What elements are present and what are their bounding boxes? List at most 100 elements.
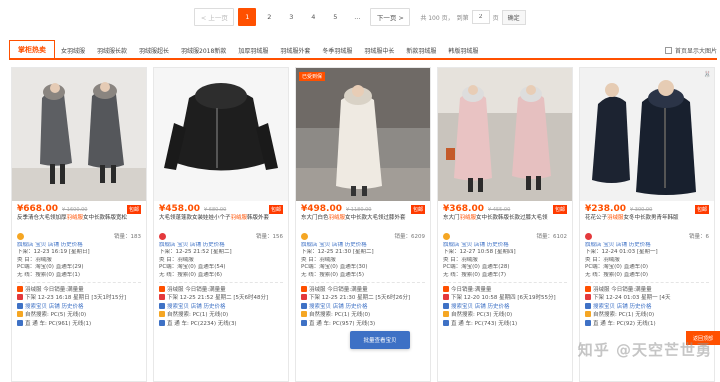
page-3-button[interactable]: 3 [282, 8, 301, 26]
express-icon [301, 319, 307, 326]
product-stats: 羽绒服 今日销量:满量量 下架 12-25 21:30 星期二 [5天6时26分… [296, 285, 430, 329]
sales-count: 销量：6 [689, 234, 709, 240]
product-title[interactable]: 反季清仓大毛领加厚羽绒服女中长款韩版宽松 [12, 213, 146, 231]
shop-links[interactable]: 旗舰店 宝贝 店铺 历史价格 [159, 242, 283, 249]
category-icon [159, 286, 165, 293]
product-image[interactable]: 已受到保 [296, 68, 430, 201]
product-title[interactable]: 东大门白色羽绒服女中长款大毛领过膝外套 [296, 213, 430, 231]
clock-icon [159, 294, 165, 301]
product-card[interactable]: ¥668.00 ¥ 1600.00 包邮 反季清仓大毛领加厚羽绒服女中长款韩版宽… [11, 67, 147, 382]
tab-down-2018[interactable]: 羽绒服2018新款 [175, 42, 232, 58]
free-shipping-badge: 包邮 [694, 205, 709, 214]
page-2-button[interactable]: 2 [260, 8, 279, 26]
category-tabs: 掌柜热卖 女羽绒服 羽绒服长款 羽绒服超长 羽绒服2018新款 加厚羽绒服 羽绒… [9, 40, 717, 60]
clock-icon [17, 294, 23, 301]
shop-links[interactable]: 旗舰店 宝贝 店铺 历史价格 [17, 242, 141, 249]
product-image[interactable] [154, 68, 288, 201]
product-meta: 旗舰店 宝贝 店铺 历史价格 下架：12-23 16:19 [星期日] 类 目：… [12, 241, 146, 280]
product-meta: 旗舰店 宝贝 店铺 历史价格 下架：12-25 21:30 [星期二] 类 目：… [296, 241, 430, 280]
next-page-button[interactable]: 下一页 > [370, 8, 411, 26]
product-card[interactable]: ¥458.00 ¥ 680.00 包邮 大毛领蓬蓬款女装娃娃小个子羽绒服韩版外套… [153, 67, 289, 382]
pagination: < 上一页 1 2 3 4 5 ... 下一页 > 共 100 页， 到第 页 … [0, 0, 720, 34]
page-4-button[interactable]: 4 [304, 8, 323, 26]
product-stats: 羽绒服 今日销量:满量量 下架 12-24 01:03 星期一 [4天 搜索宝贝… [580, 285, 714, 329]
product-photo-black-jacket [154, 68, 288, 201]
protected-tag: 已受到保 [299, 72, 326, 81]
search-icon [301, 302, 307, 309]
price: ¥238.00 [585, 204, 626, 214]
tab-down-long[interactable]: 羽绒服长款 [91, 42, 133, 58]
product-photo-gray-coat [12, 68, 146, 201]
search-icon [585, 302, 591, 309]
page-number-input[interactable] [471, 10, 490, 24]
original-price: ¥ 455.00 [488, 207, 511, 213]
shop-links[interactable]: 旗舰店 宝贝 店铺 历史价格 [443, 242, 567, 249]
batch-view-button[interactable]: 批量查看宝贝 [350, 331, 410, 349]
express-icon [17, 319, 23, 326]
tab-down-mid[interactable]: 羽绒服中长 [358, 42, 400, 58]
show-big-image-checkbox[interactable] [664, 46, 672, 54]
express-icon [443, 319, 449, 326]
product-title[interactable]: 东大门羽绒服女中长款韩版长款过膝大毛领 [438, 213, 572, 231]
tab-women-down[interactable]: 女羽绒服 [55, 42, 91, 58]
shop-links[interactable]: 旗舰店 宝贝 店铺 历史价格 [585, 242, 709, 249]
brand-logo: 🐰 [703, 71, 711, 78]
page-5-button[interactable]: 5 [326, 8, 345, 26]
product-photo-navy-coat [580, 68, 714, 201]
tab-new-down[interactable]: 新款羽绒服 [400, 42, 442, 58]
product-photo-white-coat [296, 68, 430, 201]
original-price: ¥ 1180.00 [346, 207, 372, 213]
product-stats: 羽绒服 今日销量:满量量 下架 12-25 21:52 星期二 [5天6时48分… [154, 285, 288, 329]
shop-icon [443, 232, 450, 240]
category-icon [443, 286, 449, 293]
product-stats: 羽绒服 今日销量:满量量 下架 12-23 16:18 星期日 [3天1时15分… [12, 285, 146, 329]
show-big-image-label: 首页显示大图片 [674, 47, 717, 55]
show-big-image-toggle[interactable]: 首页显示大图片 [664, 42, 717, 58]
search-icon [159, 302, 165, 309]
price: ¥368.00 [443, 204, 484, 214]
tab-winter-down[interactable]: 冬季羽绒服 [316, 42, 358, 58]
search-icon [17, 302, 23, 309]
shop-links[interactable]: 旗舰店 宝贝 店铺 历史价格 [301, 242, 425, 249]
prev-page-button[interactable]: < 上一页 [194, 8, 235, 26]
sales-count: 销量：6209 [394, 234, 426, 240]
product-card[interactable]: ¥368.00 ¥ 455.00 包邮 东大门羽绒服女中长款韩版长款过膝大毛领 … [437, 67, 573, 382]
natural-search-icon [301, 311, 307, 318]
category-icon [585, 286, 591, 293]
product-meta: 旗舰店 宝贝 店铺 历史价格 下架：12-27 10:58 [星期四] 类 目：… [438, 241, 572, 280]
sales-count: 销量：6102 [536, 234, 568, 240]
product-image[interactable] [12, 68, 146, 201]
shop-icon [585, 232, 592, 240]
original-price: ¥ 680.00 [204, 207, 227, 213]
product-title[interactable]: 大毛领蓬蓬款女装娃娃小个子羽绒服韩版外套 [154, 213, 288, 231]
clock-icon [301, 294, 307, 301]
confirm-page-button[interactable]: 确定 [501, 9, 526, 25]
page-1-button[interactable]: 1 [238, 8, 257, 26]
tab-down-extra-long[interactable]: 羽绒服超长 [133, 42, 175, 58]
product-image[interactable] [438, 68, 572, 201]
natural-search-icon [17, 311, 23, 318]
category-icon [301, 286, 307, 293]
natural-search-icon [585, 311, 591, 318]
product-title[interactable]: 花花公子羽绒服女冬中长款男青年韩版 [580, 213, 714, 231]
shop-icon [17, 232, 24, 240]
express-icon [585, 319, 591, 326]
product-meta: 旗舰店 宝贝 店铺 历史价格 下架：12-25 21:52 [星期二] 类 目：… [154, 241, 288, 280]
watermark: 知乎 @天空芒世勇 [577, 341, 712, 359]
tab-thick-down[interactable]: 加厚羽绒服 [232, 42, 274, 58]
free-shipping-badge: 包邮 [126, 205, 141, 214]
product-meta: 旗舰店 宝贝 店铺 历史价格 下架：12-24 01:03 [星期一] 类 目：… [580, 241, 714, 280]
original-price: ¥ 1600.00 [62, 207, 88, 213]
tab-down-jacket[interactable]: 羽绒服外套 [274, 42, 316, 58]
free-shipping-badge: 包邮 [268, 205, 283, 214]
page-unit-label: 页 [492, 14, 499, 22]
shield-icon [159, 232, 166, 240]
clock-icon [585, 294, 591, 301]
natural-search-icon [159, 311, 165, 318]
product-image[interactable]: 🐰 [580, 68, 714, 201]
free-shipping-badge: 包邮 [552, 205, 567, 214]
tab-hot-sale[interactable]: 掌柜热卖 [9, 40, 55, 58]
tab-korean-down[interactable]: 韩版羽绒服 [442, 42, 484, 58]
sales-count: 销量：156 [256, 234, 283, 240]
pager-ellipsis: ... [348, 8, 367, 26]
